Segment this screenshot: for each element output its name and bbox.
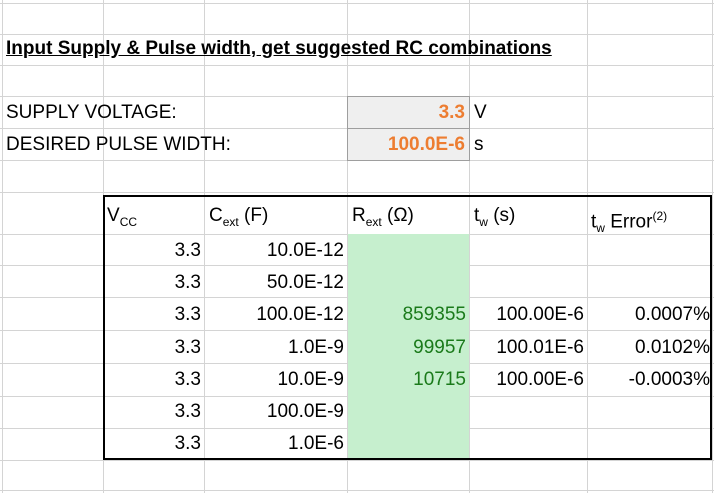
supply-voltage-label: SUPPLY VOLTAGE: bbox=[6, 102, 177, 123]
cell-cext[interactable]: 10.0E-12 bbox=[206, 236, 344, 266]
gridline bbox=[0, 460, 714, 461]
header-cext: Cext (F) bbox=[209, 205, 269, 229]
cell-rext[interactable]: 99957 bbox=[350, 333, 466, 363]
cell-vcc[interactable]: 3.3 bbox=[106, 268, 201, 298]
cell-rext[interactable]: 10715 bbox=[350, 365, 466, 395]
cell-vcc[interactable]: 3.3 bbox=[106, 397, 201, 427]
supply-voltage-value[interactable]: 3.3 bbox=[350, 98, 465, 128]
cell-tw[interactable]: 100.00E-6 bbox=[470, 300, 584, 330]
gridline bbox=[0, 192, 714, 193]
gridline bbox=[0, 3, 714, 4]
cell-cext[interactable]: 100.0E-9 bbox=[206, 397, 344, 427]
cell-vcc[interactable]: 3.3 bbox=[106, 429, 201, 459]
header-tw: tw (s) bbox=[474, 205, 516, 229]
header-tw-error: tw Error(2) bbox=[591, 209, 668, 236]
pulse-width-label: DESIRED PULSE WIDTH: bbox=[6, 134, 231, 155]
cell-vcc[interactable]: 3.3 bbox=[106, 365, 201, 395]
cell-cext[interactable]: 1.0E-9 bbox=[206, 333, 344, 363]
gridline bbox=[0, 490, 714, 491]
cell-rext[interactable]: 859355 bbox=[350, 300, 466, 330]
sheet-title: Input Supply & Pulse width, get suggeste… bbox=[6, 38, 552, 59]
header-rext: Rext (Ω) bbox=[352, 205, 414, 229]
gridline bbox=[2, 0, 3, 493]
header-vcc: VCC bbox=[107, 205, 138, 229]
cell-vcc[interactable]: 3.3 bbox=[106, 300, 201, 330]
cell-tw[interactable]: 100.01E-6 bbox=[470, 333, 584, 363]
cell-cext[interactable]: 100.0E-12 bbox=[206, 300, 344, 330]
cell-cext[interactable]: 50.0E-12 bbox=[206, 268, 344, 298]
cell-cext[interactable]: 1.0E-6 bbox=[206, 429, 344, 459]
supply-voltage-unit: V bbox=[474, 102, 487, 123]
cell-tw-error[interactable]: 0.0007% bbox=[589, 300, 710, 330]
cell-vcc[interactable]: 3.3 bbox=[106, 333, 201, 363]
cell-vcc[interactable]: 3.3 bbox=[106, 236, 201, 266]
cell-tw[interactable]: 100.00E-6 bbox=[470, 365, 584, 395]
cell-cext[interactable]: 10.0E-9 bbox=[206, 365, 344, 395]
gridline bbox=[0, 65, 714, 66]
pulse-width-unit: s bbox=[474, 134, 484, 155]
cell-tw-error[interactable]: 0.0102% bbox=[589, 333, 710, 363]
gridline bbox=[712, 0, 713, 493]
cell-tw-error[interactable]: -0.0003% bbox=[589, 365, 710, 395]
pulse-width-value[interactable]: 100.0E-6 bbox=[350, 130, 465, 160]
